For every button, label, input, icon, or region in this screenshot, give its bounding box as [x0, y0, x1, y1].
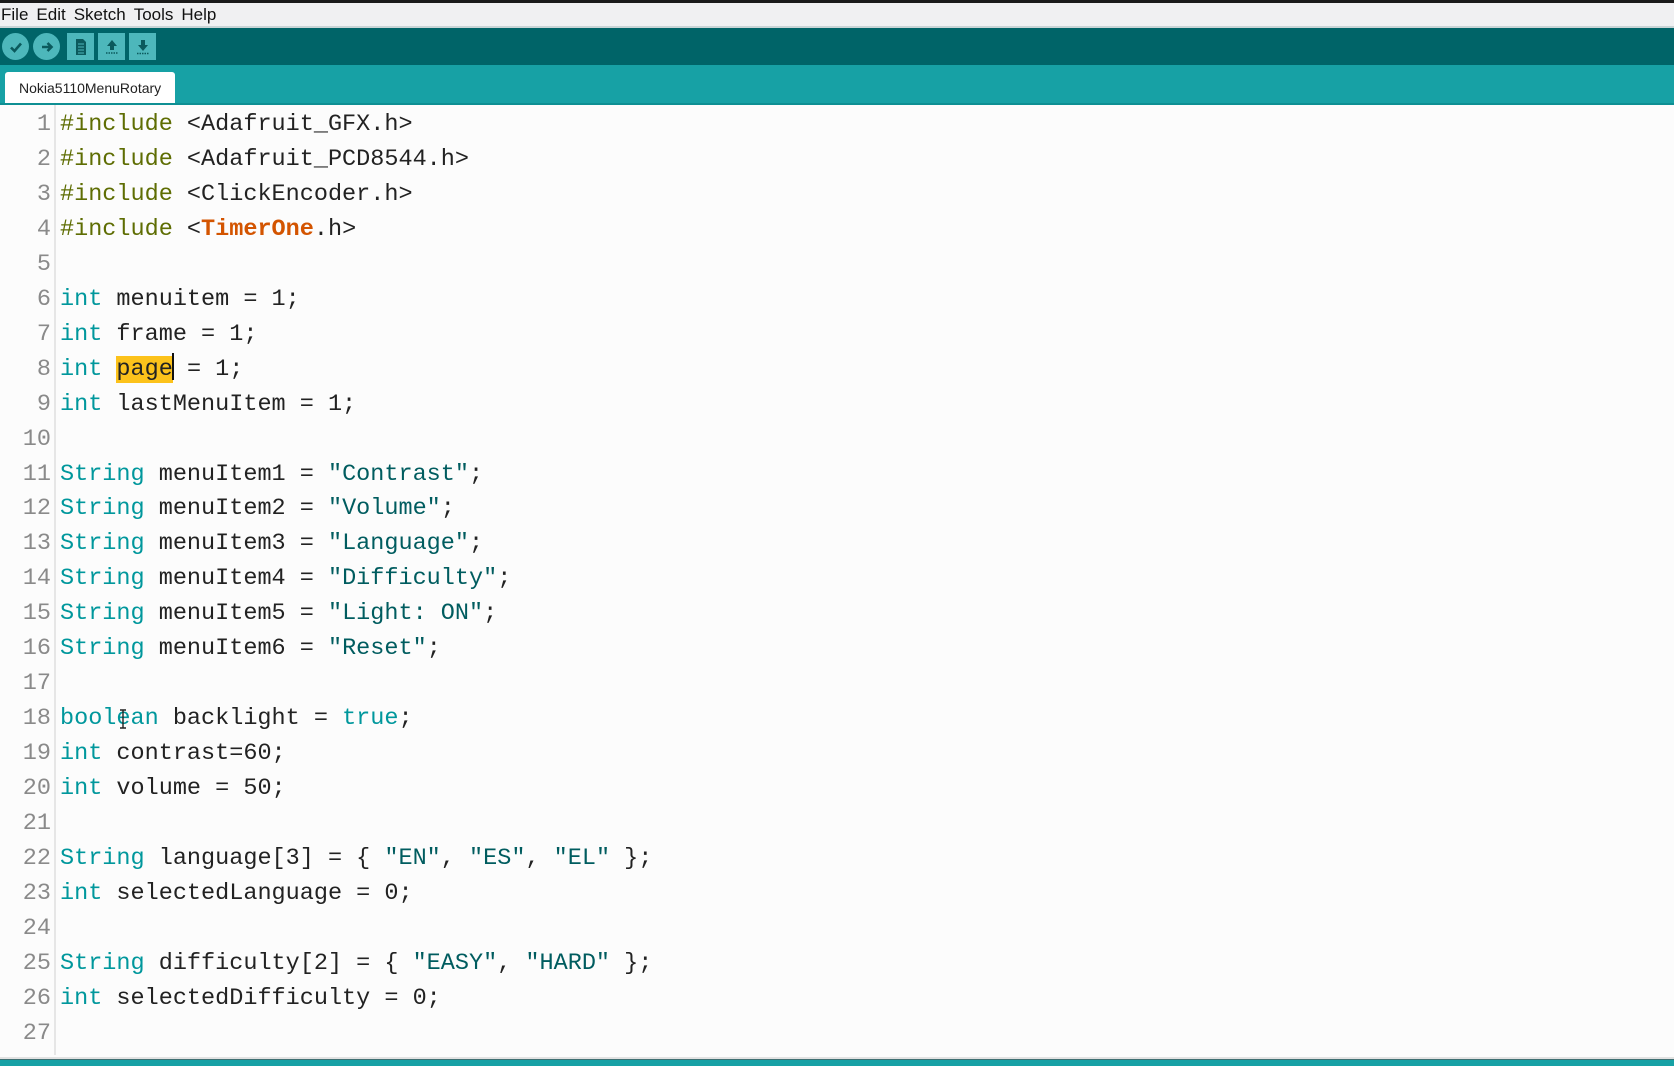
code-line[interactable]: 17 — [0, 666, 1674, 701]
code-text: String menuItem6 = "Reset"; — [60, 635, 441, 663]
code-line[interactable]: 12 String menuItem2 = "Volume"; — [0, 491, 1674, 526]
line-number: 5 — [36, 250, 51, 278]
line-number: 12 — [22, 495, 51, 523]
line-number: 3 — [36, 180, 51, 208]
code-line[interactable]: 3 #include <ClickEncoder.h> — [0, 177, 1674, 212]
line-number: 25 — [22, 949, 51, 977]
code-text: #include <Adafruit_PCD8544.h> — [60, 145, 469, 173]
tab-strip: Nokia5110MenuRotary — [0, 65, 1674, 105]
code-text: String menuItem3 = "Language"; — [60, 530, 484, 558]
code-line[interactable]: 13 String menuItem3 = "Language"; — [0, 526, 1674, 561]
code-line[interactable]: 9 int lastMenuItem = 1; — [0, 387, 1674, 422]
code-text: boolean backlight = true; — [60, 705, 413, 733]
menu-bar: File Edit Sketch Tools Help — [0, 3, 1674, 28]
line-number: 1 — [36, 111, 51, 138]
code-line[interactable]: 4 #include <TimerOne.h> — [0, 212, 1674, 247]
line-number: 24 — [22, 914, 51, 942]
line-number: 14 — [22, 565, 51, 593]
code-line[interactable]: 15 String menuItem5 = "Light: ON"; — [0, 596, 1674, 631]
code-editor[interactable]: 1 #include <Adafruit_GFX.h> 2 #include <Ada… — [0, 105, 1674, 1058]
line-number: 6 — [36, 285, 51, 313]
code-line[interactable]: 14 String menuItem4 = "Difficulty"; — [0, 561, 1674, 596]
line-number: 20 — [22, 775, 51, 803]
check-icon — [9, 42, 22, 53]
code-line[interactable]: 2 #include <Adafruit_PCD8544.h> — [0, 142, 1674, 177]
code-line[interactable]: 26 int selectedDifficulty = 0; — [0, 981, 1674, 1016]
new-file-icon — [75, 38, 86, 55]
code-text: String menuItem2 = "Volume"; — [60, 495, 455, 523]
code-line[interactable]: 1 #include <Adafruit_GFX.h> — [0, 107, 1674, 142]
line-number: 13 — [22, 530, 51, 558]
line-number: 15 — [22, 600, 51, 628]
code-text: String menuItem5 = "Light: ON"; — [60, 600, 498, 628]
line-number: 8 — [36, 355, 51, 383]
menu-sketch[interactable]: Sketch — [73, 4, 131, 26]
line-number: 19 — [22, 740, 51, 768]
line-number: 16 — [22, 635, 51, 663]
line-number: 18 — [22, 705, 51, 733]
line-number: 10 — [22, 425, 51, 453]
line-number: 17 — [22, 670, 51, 698]
text-cursor-ibeam-icon — [120, 709, 126, 729]
line-number: 9 — [36, 390, 51, 418]
line-number: 27 — [22, 1019, 51, 1047]
open-button[interactable] — [98, 33, 125, 60]
line-number: 21 — [22, 810, 51, 837]
code-line[interactable]: 10 — [0, 422, 1674, 457]
code-text: int menuitem = 1; — [60, 285, 300, 313]
code-text: String difficulty[2] = { "EASY", "HARD" … — [60, 949, 653, 977]
code-line[interactable]: 27 — [0, 1016, 1674, 1051]
code-line[interactable]: 18 boolean backlight = true; — [0, 701, 1674, 736]
code-line[interactable]: 21 — [0, 806, 1674, 841]
code-text: #include <ClickEncoder.h> — [60, 180, 413, 208]
code-text: int selectedDifficulty = 0; — [60, 984, 441, 1012]
line-number: 4 — [36, 215, 51, 243]
code-line[interactable]: 24 — [0, 911, 1674, 946]
new-sketch-button[interactable] — [67, 33, 94, 60]
verify-button[interactable] — [2, 33, 29, 60]
line-number: 11 — [22, 460, 51, 488]
menu-tools[interactable]: Tools — [133, 4, 179, 26]
code-line[interactable]: 6 int menuitem = 1; — [0, 282, 1674, 317]
line-number: 22 — [22, 844, 51, 872]
code-line[interactable]: 8 int page = 1; — [0, 352, 1674, 387]
code-line[interactable]: 16 String menuItem6 = "Reset"; — [0, 631, 1674, 666]
selected-word: page — [116, 355, 173, 383]
menu-edit[interactable]: Edit — [35, 4, 70, 26]
code-line[interactable]: 25 String difficulty[2] = { "EASY", "HARD… — [0, 946, 1674, 981]
line-number: 2 — [36, 145, 51, 173]
menu-file[interactable]: File — [0, 4, 33, 26]
line-number: 7 — [36, 320, 51, 348]
code-text: int selectedLanguage = 0; — [60, 879, 413, 907]
code-line[interactable]: 7 int frame = 1; — [0, 317, 1674, 352]
code-text: int lastMenuItem = 1; — [60, 390, 357, 418]
code-line[interactable]: 5 — [0, 247, 1674, 282]
tab-sketch[interactable]: Nokia5110MenuRotary — [5, 72, 176, 103]
upload-button[interactable] — [33, 33, 60, 60]
arrow-right-icon — [41, 41, 53, 52]
text-caret — [171, 352, 174, 380]
menu-help[interactable]: Help — [180, 4, 221, 26]
code-line[interactable]: 19 int contrast=60; — [0, 736, 1674, 771]
line-number: 23 — [22, 879, 51, 907]
code-text: #include <Adafruit_GFX.h> — [60, 111, 413, 138]
code-text: String menuItem1 = "Contrast"; — [60, 460, 484, 488]
code-text: #include <TimerOne.h> — [60, 215, 357, 243]
code-line[interactable]: 11 String menuItem1 = "Contrast"; — [0, 457, 1674, 492]
code-line[interactable]: 23 int selectedLanguage = 0; — [0, 876, 1674, 911]
code-text: String language[3] = { "EN", "ES", "EL" … — [60, 844, 653, 872]
arrow-down-icon — [136, 39, 149, 54]
code-text: int page = 1; — [60, 352, 243, 387]
code-line[interactable]: 20 int volume = 50; — [0, 771, 1674, 806]
save-button[interactable] — [129, 33, 156, 60]
line-number: 26 — [22, 984, 51, 1012]
code-text: int frame = 1; — [60, 320, 258, 348]
code-text: int volume = 50; — [60, 775, 286, 803]
arrow-up-icon — [105, 39, 118, 54]
code-text: int contrast=60; — [60, 740, 286, 768]
toolbar — [0, 28, 1674, 65]
code-line[interactable]: 22 String language[3] = { "EN", "ES", "EL… — [0, 841, 1674, 876]
code-text: String menuItem4 = "Difficulty"; — [60, 565, 512, 593]
